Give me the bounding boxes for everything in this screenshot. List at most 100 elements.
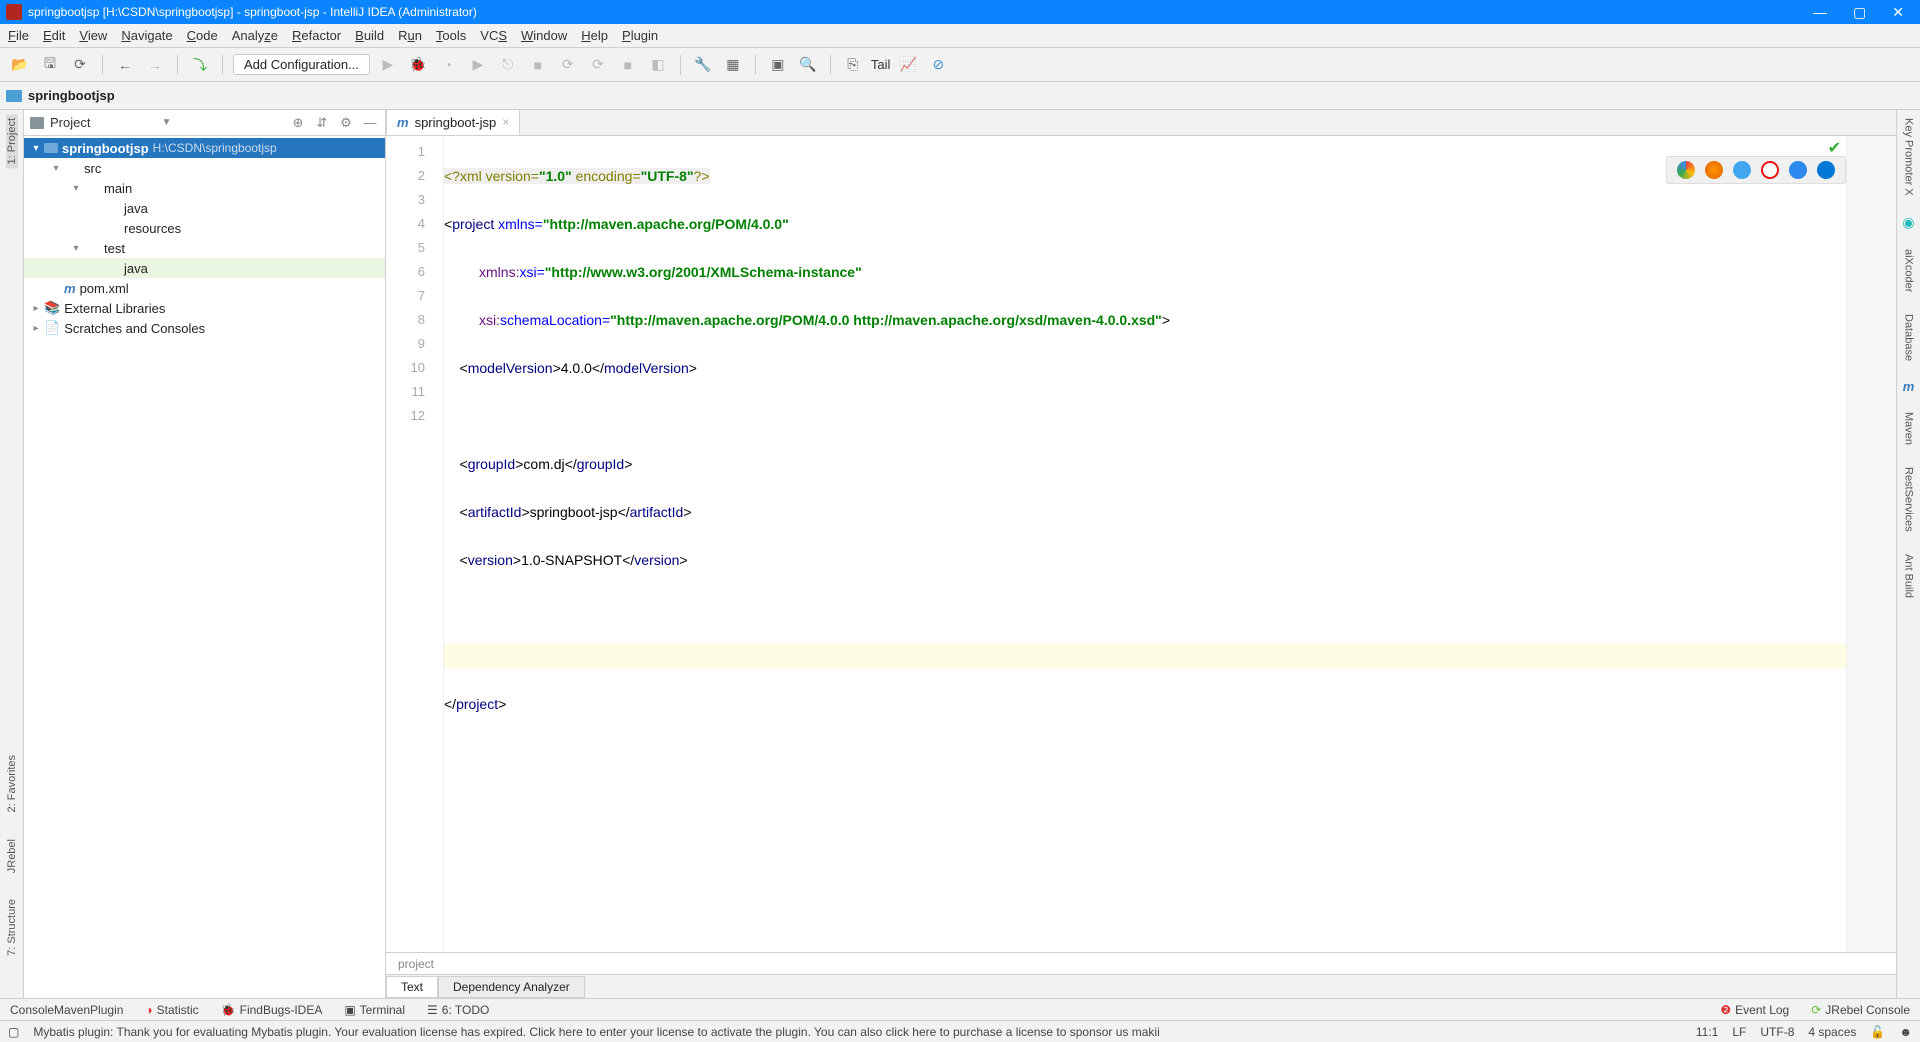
editor-body[interactable]: ✔ 123 456 789 101112 <?xml version="1.0"… <box>386 136 1896 952</box>
tree-src[interactable]: ▾ src <box>24 158 385 178</box>
gear-icon[interactable]: ⚙ <box>337 114 355 132</box>
menu-build[interactable]: Build <box>355 28 384 43</box>
opera-icon[interactable] <box>1761 161 1779 179</box>
jrebel-2-icon[interactable]: ◧ <box>646 53 670 77</box>
tw-console-maven[interactable]: ConsoleMavenPlugin <box>10 1003 123 1017</box>
lock-icon[interactable]: 🔓 <box>1870 1025 1885 1039</box>
jrebel-stop-icon[interactable]: ■ <box>616 53 640 77</box>
tree-root[interactable]: ▾ springbootjsp H:\CSDN\springbootjsp <box>24 138 385 158</box>
status-line-ending[interactable]: LF <box>1732 1025 1746 1039</box>
strip-aixcoder[interactable]: aiXcoder <box>1903 245 1915 296</box>
minimize-button[interactable]: — <box>1813 4 1827 21</box>
menu-vcs[interactable]: VCS <box>480 28 507 43</box>
menu-help[interactable]: Help <box>581 28 608 43</box>
profile-icon[interactable]: ▶ <box>466 53 490 77</box>
tree-scratches[interactable]: ▸ 📄 Scratches and Consoles <box>24 318 385 338</box>
chrome-icon[interactable] <box>1677 161 1695 179</box>
status-encoding[interactable]: UTF-8 <box>1760 1025 1794 1039</box>
editor-gutter[interactable]: 123 456 789 101112 <box>386 136 444 952</box>
code-area[interactable]: <?xml version="1.0" encoding="UTF-8"?> <… <box>444 136 1846 952</box>
collapse-icon[interactable]: ⇵ <box>313 114 331 132</box>
strip-project[interactable]: 1: Project <box>6 114 18 168</box>
menu-file[interactable]: File <box>8 28 29 43</box>
jrebel-run-icon[interactable]: ⟳ <box>556 53 580 77</box>
menu-run[interactable]: Run <box>398 28 422 43</box>
search-icon[interactable]: 🔍 <box>796 53 820 77</box>
refresh-icon[interactable]: ⟳ <box>68 53 92 77</box>
safari-icon[interactable] <box>1733 161 1751 179</box>
tree-java-test[interactable]: java <box>24 258 385 278</box>
menu-edit[interactable]: Edit <box>43 28 65 43</box>
menu-view[interactable]: View <box>79 28 107 43</box>
strip-ant[interactable]: Ant Build <box>1903 550 1915 602</box>
tree-resources[interactable]: resources <box>24 218 385 238</box>
strip-database[interactable]: Database <box>1903 310 1915 365</box>
menu-window[interactable]: Window <box>521 28 567 43</box>
add-configuration-button[interactable]: Add Configuration... <box>233 54 370 75</box>
run-icon[interactable]: ▶ <box>376 53 400 77</box>
aixcoder-icon[interactable]: ◉ <box>1902 214 1914 231</box>
hector-icon[interactable]: ☻ <box>1899 1025 1912 1039</box>
status-message[interactable]: Mybatis plugin: Thank you for evaluating… <box>33 1025 1682 1039</box>
locate-icon[interactable]: ⊕ <box>289 114 307 132</box>
menu-refactor[interactable]: Refactor <box>292 28 341 43</box>
menu-analyze[interactable]: Analyze <box>232 28 278 43</box>
hide-icon[interactable]: — <box>361 114 379 132</box>
status-position[interactable]: 11:1 <box>1696 1025 1718 1039</box>
project-structure-icon[interactable]: ▦ <box>721 53 745 77</box>
coverage-icon[interactable]: ◔ <box>436 53 460 77</box>
save-icon[interactable]: 🖫 <box>38 53 62 77</box>
tw-findbugs[interactable]: 🐞FindBugs-IDEA <box>221 1003 323 1017</box>
build-icon[interactable]: ⤵ <box>188 53 212 77</box>
run-anything-icon[interactable]: ▣ <box>766 53 790 77</box>
tab-dependency-analyzer[interactable]: Dependency Analyzer <box>438 976 585 998</box>
project-tree[interactable]: ▾ springbootjsp H:\CSDN\springbootjsp ▾ … <box>24 136 385 998</box>
firefox-icon[interactable] <box>1705 161 1723 179</box>
strip-rest[interactable]: RestServices <box>1903 463 1915 536</box>
strip-favorites[interactable]: 2: Favorites <box>6 751 18 816</box>
tree-ext-lib[interactable]: ▸ 📚 External Libraries <box>24 298 385 318</box>
chevron-down-icon[interactable]: ▼ <box>162 117 172 128</box>
breadcrumb-root[interactable]: springbootjsp <box>28 88 115 103</box>
menu-tools[interactable]: Tools <box>436 28 466 43</box>
project-panel-title[interactable]: Project <box>50 115 156 130</box>
tw-terminal[interactable]: ▣Terminal <box>344 1003 405 1017</box>
back-icon[interactable]: ← <box>113 53 137 77</box>
edge-icon[interactable] <box>1817 161 1835 179</box>
menu-code[interactable]: Code <box>187 28 218 43</box>
close-button[interactable]: ✕ <box>1892 4 1904 21</box>
strip-key-promoter[interactable]: Key Promoter X <box>1903 114 1915 200</box>
tree-pom[interactable]: m pom.xml <box>24 278 385 298</box>
strip-jrebel[interactable]: JRebel <box>6 835 18 877</box>
status-indent[interactable]: 4 spaces <box>1808 1025 1856 1039</box>
menu-plugin[interactable]: Plugin <box>622 28 658 43</box>
ie-icon[interactable] <box>1789 161 1807 179</box>
settings-icon[interactable]: 🔧 <box>691 53 715 77</box>
open-icon[interactable]: 📂 <box>8 53 32 77</box>
strip-maven[interactable]: Maven <box>1903 408 1915 449</box>
attach-icon[interactable]: ⎋ <box>496 53 520 77</box>
close-tab-icon[interactable]: × <box>502 115 509 129</box>
inspection-ok-icon[interactable]: ✔ <box>1828 138 1841 158</box>
menu-navigate[interactable]: Navigate <box>121 28 172 43</box>
forward-icon[interactable]: → <box>143 53 167 77</box>
jrebel-debug-icon[interactable]: ⟳ <box>586 53 610 77</box>
tw-statistic[interactable]: ◑Statistic <box>145 1003 198 1017</box>
strip-structure[interactable]: 7: Structure <box>6 895 18 960</box>
toolwindow-toggle-icon[interactable]: ▢ <box>8 1025 19 1039</box>
stop-icon[interactable]: ■ <box>526 53 550 77</box>
debug-icon[interactable]: 🐞 <box>406 53 430 77</box>
block-icon[interactable]: ⊘ <box>926 53 950 77</box>
tail-icon[interactable]: ⎘ <box>841 53 865 77</box>
tree-test[interactable]: ▾ test <box>24 238 385 258</box>
maximize-button[interactable]: ▢ <box>1853 4 1866 21</box>
monitor-icon[interactable]: 📈 <box>896 53 920 77</box>
tw-jrebel-console[interactable]: ⟳JRebel Console <box>1811 1003 1910 1017</box>
tree-java-main[interactable]: java <box>24 198 385 218</box>
tw-event-log[interactable]: ❷Event Log <box>1720 1003 1789 1017</box>
minimap[interactable] <box>1846 136 1896 952</box>
editor-tab[interactable]: m springboot-jsp × <box>386 109 520 135</box>
tab-text[interactable]: Text <box>386 976 438 998</box>
tw-todo[interactable]: ☰6: TODO <box>427 1003 489 1017</box>
tree-main[interactable]: ▾ main <box>24 178 385 198</box>
